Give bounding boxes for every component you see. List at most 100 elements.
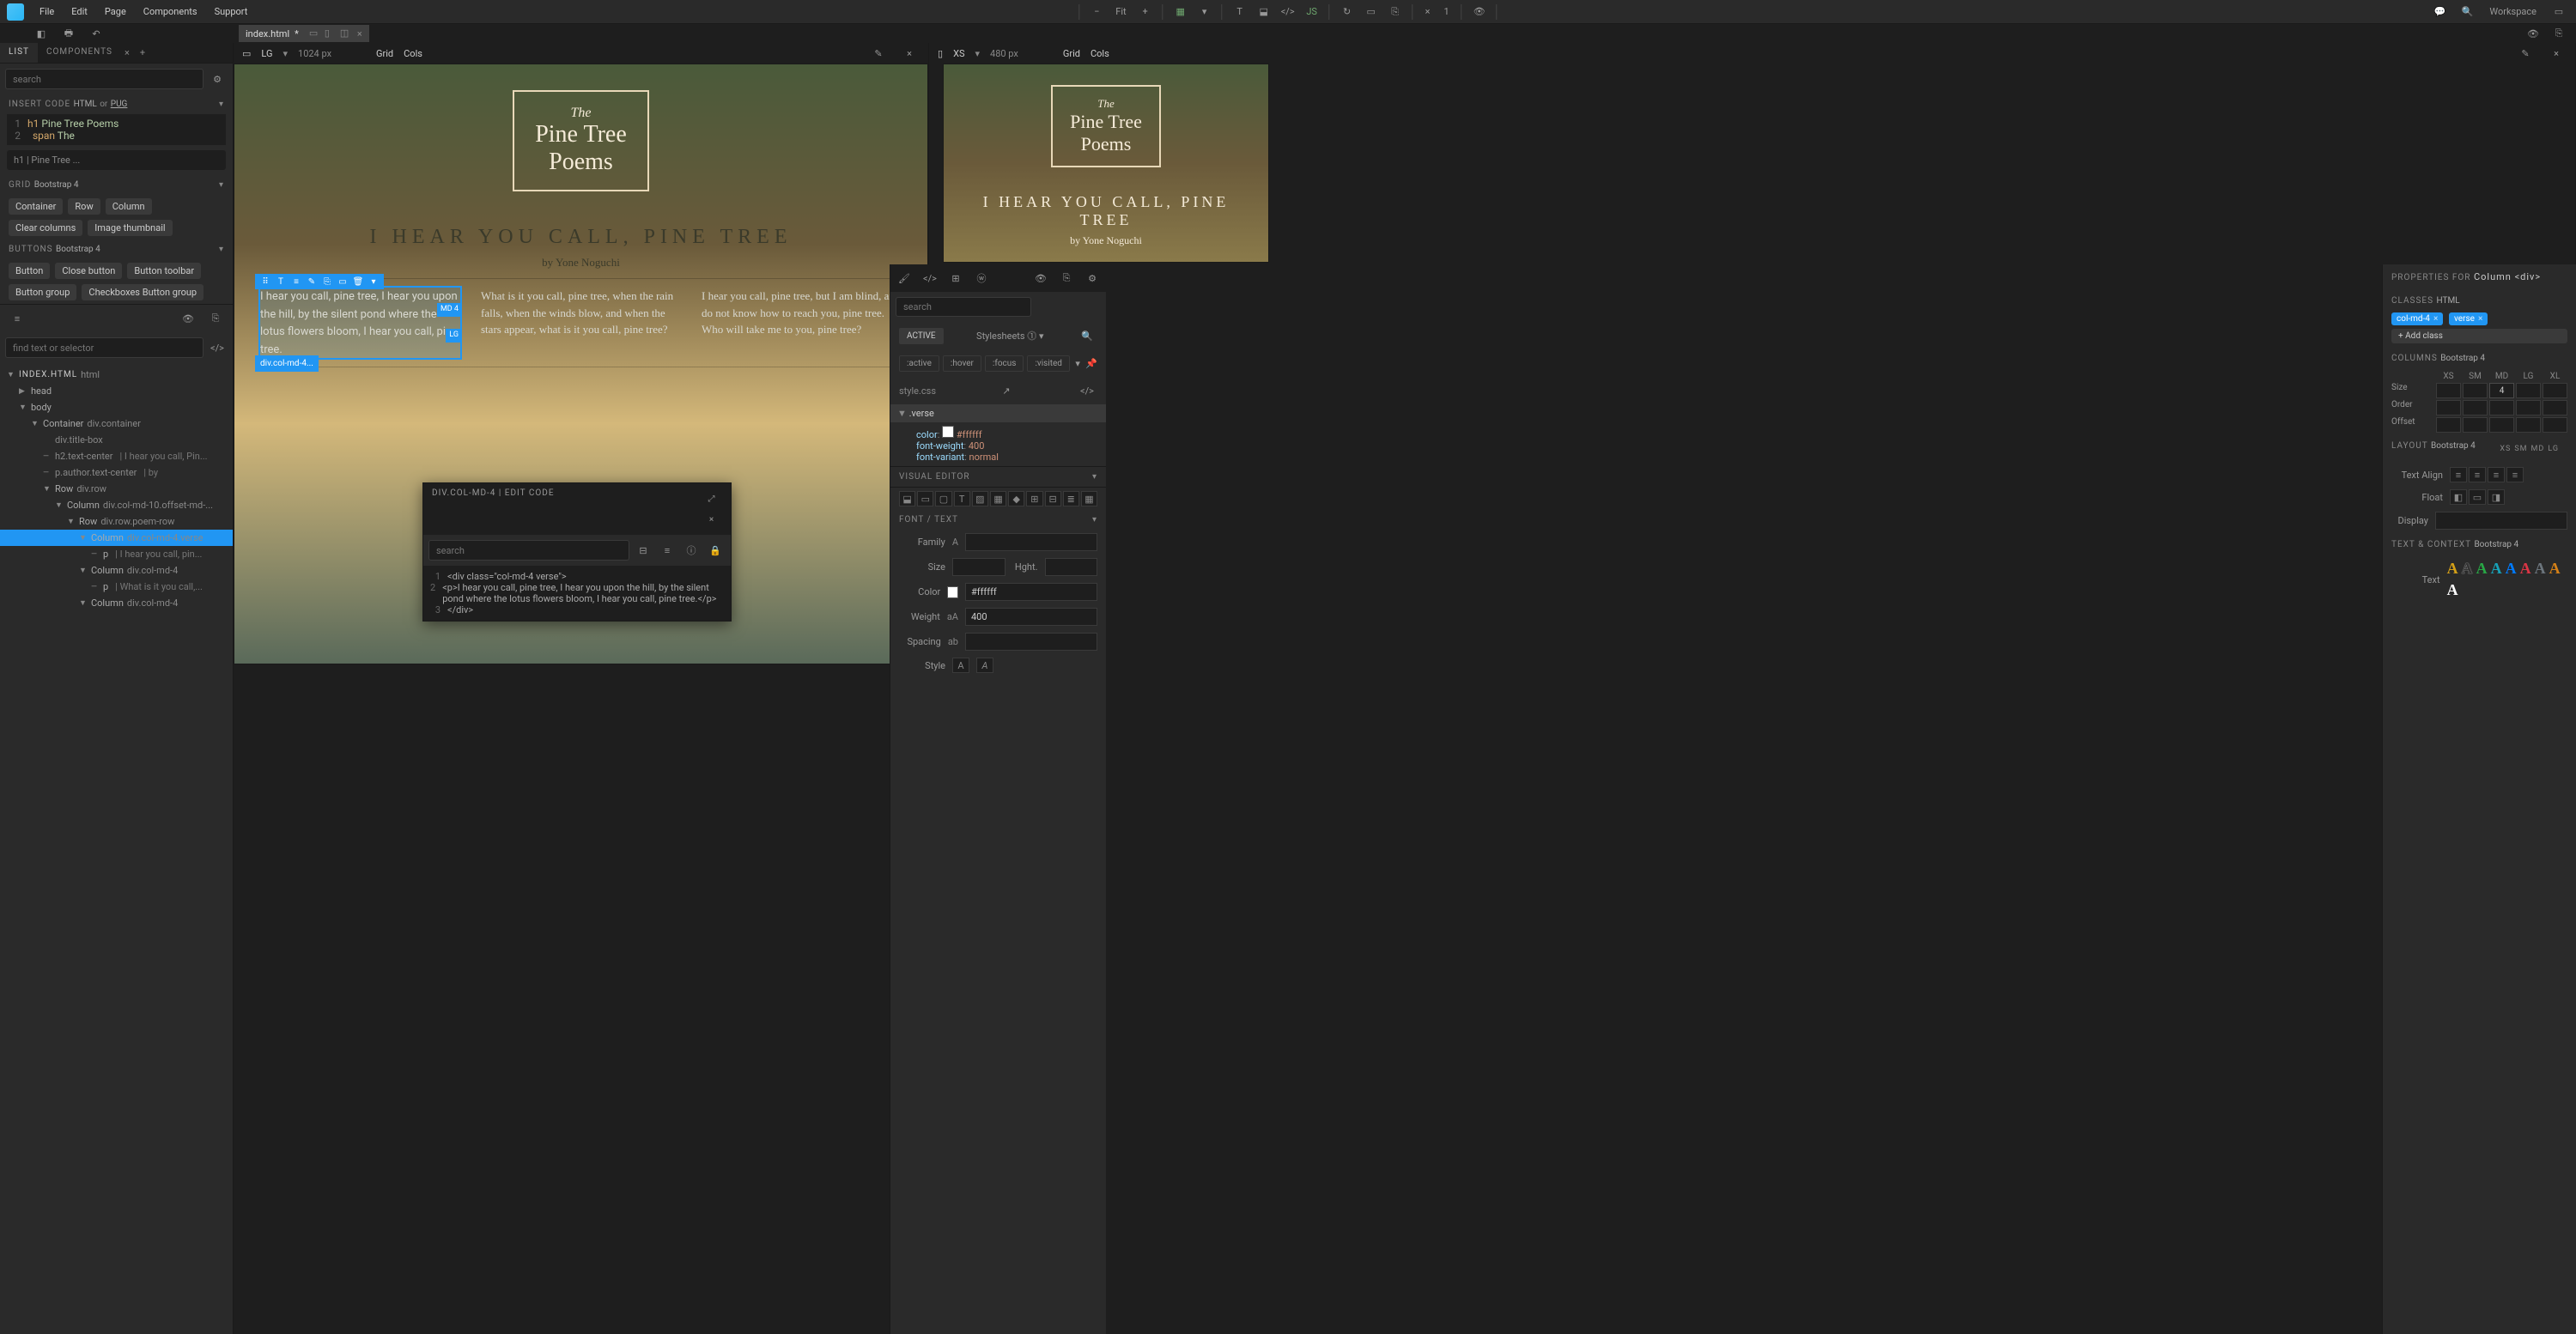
- size-lg-input[interactable]: [2516, 383, 2541, 398]
- copy-icon[interactable]: ⎘: [2549, 23, 2569, 44]
- tree-item[interactable]: — h2.text-center| I hear you call, Pin..…: [0, 448, 233, 464]
- offset-xl-input[interactable]: [2543, 417, 2567, 433]
- popup-code-editor[interactable]: 1<div class="col-md-4 verse"> 2 <p>I hea…: [423, 566, 731, 621]
- stylesheets-label[interactable]: Stylesheets: [976, 330, 1025, 342]
- align-justify-button[interactable]: ≡: [2506, 467, 2524, 482]
- css-wp-icon[interactable]: ⓦ: [971, 268, 992, 288]
- canvas-xs-close-icon[interactable]: ×: [2546, 43, 2567, 64]
- chevron-down-icon[interactable]: ▾: [219, 245, 224, 254]
- order-sm-input[interactable]: [2463, 400, 2488, 415]
- tree-item[interactable]: div.title-box: [0, 432, 233, 448]
- text-color-opt-5[interactable]: A: [2506, 560, 2517, 578]
- ve-tool-3[interactable]: ▢: [935, 491, 951, 506]
- tab-desktop-icon[interactable]: ▭: [309, 27, 321, 39]
- ve-style-italic[interactable]: A: [976, 658, 993, 673]
- tree-code-icon[interactable]: </>: [207, 337, 228, 358]
- panel-toggle-icon[interactable]: ▭: [2549, 2, 2569, 22]
- tree-item[interactable]: ▼Column div.col-md-4: [0, 595, 233, 611]
- ve-family-input[interactable]: [965, 533, 1097, 551]
- component-search-input[interactable]: [5, 69, 204, 89]
- tree-item[interactable]: ▼Column div.col-md-4.verse: [0, 530, 233, 546]
- state-visited[interactable]: :visited: [1027, 355, 1070, 372]
- css-brush-icon[interactable]: 🖌: [894, 268, 914, 288]
- font-text-header[interactable]: FONT / TEXT ▾: [890, 510, 1106, 530]
- ve-size-input[interactable]: [952, 558, 1005, 576]
- ve-color-swatch[interactable]: [947, 586, 958, 598]
- tree-item[interactable]: —p| What is it you call,...: [0, 579, 233, 595]
- text-tool-icon[interactable]: T: [1230, 2, 1250, 22]
- menu-page[interactable]: Page: [96, 3, 135, 21]
- sel-text-icon[interactable]: T: [274, 276, 288, 288]
- canvas-xs-cols-toggle[interactable]: Cols: [1091, 48, 1109, 59]
- ve-tool-7[interactable]: ◆: [1008, 491, 1024, 506]
- search-icon[interactable]: 🔍: [2457, 2, 2477, 22]
- sel-layout-icon[interactable]: ≡: [289, 276, 303, 288]
- workspace-label[interactable]: Workspace: [2484, 6, 2542, 17]
- offset-xs-input[interactable]: [2436, 417, 2461, 433]
- tree-item[interactable]: ▼Row div.row.poem-row: [0, 513, 233, 530]
- ve-tool-6[interactable]: ▦: [990, 491, 1006, 506]
- ve-style-normal[interactable]: A: [952, 658, 969, 673]
- css-settings-icon[interactable]: ⚙: [1082, 268, 1103, 288]
- offset-md-input[interactable]: [2489, 417, 2514, 433]
- export-icon[interactable]: ⎘: [1385, 2, 1406, 22]
- chevron-down-icon[interactable]: ▾: [1194, 2, 1215, 22]
- file-tab[interactable]: index.html * ▭ ▯ ◫ ×: [239, 25, 369, 42]
- sel-copy-icon[interactable]: ▭: [336, 276, 349, 288]
- ve-tool-5[interactable]: ▨: [972, 491, 988, 506]
- tree-item[interactable]: ▼Column div.col-md-10.offset-md-...: [0, 497, 233, 513]
- ve-tool-1[interactable]: ⬓: [899, 491, 915, 506]
- chevron-down-icon[interactable]: ▾: [219, 100, 224, 109]
- menu-file[interactable]: File: [31, 3, 63, 21]
- css-prop-color[interactable]: color: #ffffff: [899, 426, 1097, 440]
- css-file-code-icon[interactable]: </>: [1077, 380, 1097, 401]
- ve-tool-4[interactable]: T: [954, 491, 970, 506]
- tab-split-icon[interactable]: ◫: [340, 27, 352, 39]
- text-color-opt-2[interactable]: A: [2462, 560, 2473, 578]
- canvas-xs-grid-toggle[interactable]: Grid: [1063, 48, 1080, 59]
- insert-preview[interactable]: h1 | Pine Tree ...: [7, 150, 226, 170]
- menu-edit[interactable]: Edit: [63, 3, 96, 21]
- search-settings-icon[interactable]: ⚙: [207, 69, 228, 89]
- chip-close-button[interactable]: Close button: [55, 263, 122, 279]
- popup-expand-icon[interactable]: ⤢: [702, 488, 722, 509]
- canvas-lg-cols-toggle[interactable]: Cols: [404, 48, 422, 59]
- order-lg-input[interactable]: [2516, 400, 2541, 415]
- chat-icon[interactable]: 💬: [2429, 2, 2450, 22]
- color-swatch[interactable]: [942, 426, 954, 438]
- print-icon[interactable]: 🖶: [58, 23, 79, 44]
- css-eye-icon[interactable]: 👁: [1030, 268, 1051, 288]
- ve-tool-2[interactable]: ▭: [917, 491, 933, 506]
- text-color-opt-8[interactable]: A: [2549, 560, 2561, 578]
- offset-sm-input[interactable]: [2463, 417, 2488, 433]
- layout-bp-sm[interactable]: SM: [2514, 445, 2527, 453]
- ve-tool-10[interactable]: ≣: [1063, 491, 1079, 506]
- visual-editor-header[interactable]: VISUAL EDITOR ▾: [890, 466, 1106, 488]
- size-xl-input[interactable]: [2543, 383, 2567, 398]
- tree-item[interactable]: ▼Row div.row: [0, 481, 233, 497]
- chevron-down-icon[interactable]: ▾: [975, 48, 981, 59]
- chip-container[interactable]: Container: [9, 198, 63, 215]
- breakpoint-lg-label[interactable]: LG: [261, 48, 272, 59]
- css-search-input[interactable]: [896, 297, 1031, 317]
- css-prop-font-weight[interactable]: font-weight: 400: [899, 440, 1097, 452]
- layout-tool-icon[interactable]: ⬓: [1254, 2, 1274, 22]
- chip-button-toolbar[interactable]: Button toolbar: [127, 263, 201, 279]
- app-logo-icon[interactable]: [7, 3, 24, 21]
- ve-spacing-input[interactable]: [965, 633, 1097, 651]
- canvas-xs-content[interactable]: The Pine Tree Poems I HEAR YOU CALL, PIN…: [943, 64, 1269, 263]
- tab-add-icon[interactable]: +: [133, 43, 152, 63]
- tab-mobile-icon[interactable]: ▯: [325, 27, 337, 39]
- order-xs-input[interactable]: [2436, 400, 2461, 415]
- canvas-lg-grid-toggle[interactable]: Grid: [376, 48, 393, 59]
- order-xl-input[interactable]: [2543, 400, 2567, 415]
- class-tag-verse[interactable]: verse×: [2449, 312, 2488, 325]
- fit-label[interactable]: Fit: [1110, 6, 1131, 17]
- size-xs-input[interactable]: [2436, 383, 2461, 398]
- layout-bp-md[interactable]: MD: [2531, 445, 2545, 453]
- state-hover[interactable]: :hover: [943, 355, 981, 372]
- ve-tool-11[interactable]: ▦: [1081, 491, 1097, 506]
- tree-collapse-icon[interactable]: ≡: [7, 308, 27, 329]
- tab-close-icon[interactable]: ×: [357, 28, 362, 39]
- layout-bp-lg[interactable]: LG: [2548, 445, 2559, 453]
